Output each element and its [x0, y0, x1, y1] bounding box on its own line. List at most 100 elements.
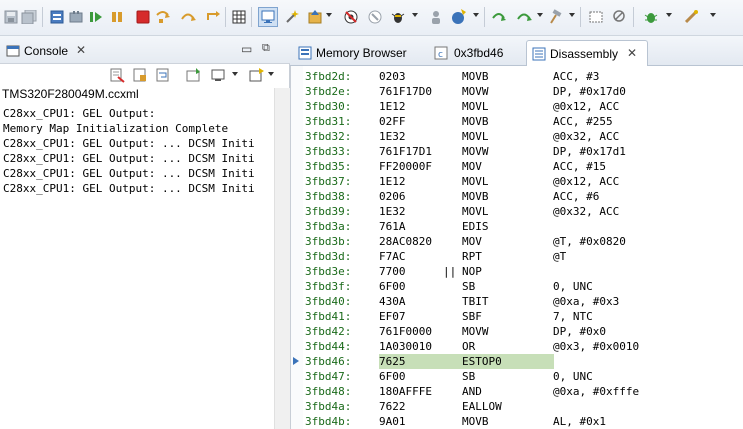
disassembly-opcode: 7622 — [379, 400, 406, 413]
disassembly-opcode: 0203 — [379, 70, 406, 83]
disassembly-address: 3fbd30: — [305, 100, 352, 113]
disassembly-opcode: 761F0000 — [379, 325, 432, 338]
disassembly-row[interactable]: 3fbd41: EF07 SBF 7, NTC — [303, 309, 743, 324]
disassembly-opcode: 7700 — [379, 265, 406, 278]
tab-console[interactable]: Console ✕ — [2, 39, 92, 63]
parallel-marker: || — [443, 265, 457, 278]
disassembly-mnemonic: EALLOW — [462, 400, 502, 413]
console-panel: Console ✕ ▭ ⧉ TMS320F280049M.ccxml C28xx… — [0, 36, 290, 429]
disassembly-operands: @0x12, ACC — [553, 100, 620, 113]
chevron-down-icon[interactable] — [326, 13, 332, 17]
tab-memory-browser[interactable]: Memory Browser — [294, 40, 422, 66]
disassembly-row[interactable]: 3fbd3d: F7AC RPT @T — [303, 249, 743, 264]
disassembly-address: 3fbd3b: — [305, 235, 352, 248]
step-into-icon[interactable] — [155, 9, 171, 25]
disassembly-row[interactable]: 3fbd35: FF20000F MOV ACC, #15 — [303, 159, 743, 174]
step-over-icon[interactable] — [180, 9, 196, 25]
open-console-icon[interactable] — [249, 68, 264, 86]
disassembly-address: 3fbd3f: — [305, 280, 352, 293]
disassembly-row[interactable]: 3fbd2d: 0203 MOVB ACC, #3 — [303, 69, 743, 84]
disassembly-row[interactable]: 3fbd4b: 9A01 MOVB AL, #0x1 — [303, 414, 743, 429]
disassembly-row[interactable]: 3fbd38: 0206 MOVB ACC, #6 — [303, 189, 743, 204]
disassembly-row[interactable]: 3fbd3f: 6F00 SB 0, UNC — [303, 279, 743, 294]
chevron-down-icon[interactable] — [569, 13, 575, 17]
chevron-down-icon[interactable] — [232, 72, 238, 76]
remove-breakpoints-icon[interactable] — [367, 9, 383, 25]
disassembly-row[interactable]: 3fbd3a: 761A EDIS — [303, 219, 743, 234]
disassembly-opcode: FF20000F — [379, 160, 432, 173]
disassembly-row[interactable]: 3fbd3b: 28AC0820 MOV @T, #0x0820 — [303, 234, 743, 249]
close-icon[interactable]: ✕ — [627, 46, 637, 60]
disassembly-operands: @T — [553, 250, 567, 263]
disassembly-address: 3fbd2e: — [305, 85, 352, 98]
tab-source-address[interactable]: c 0x3fbd46 — [430, 40, 522, 66]
resume-icon[interactable] — [88, 9, 104, 25]
disassembly-row[interactable]: 3fbd2e: 761F17D0 MOVW DP, #0x17d0 — [303, 84, 743, 99]
disassembly-row[interactable]: 3fbd48: 180AFFFE AND @0xa, #0xfffe — [303, 384, 743, 399]
bug-icon[interactable] — [643, 9, 659, 25]
display-console-icon[interactable] — [211, 68, 226, 86]
suspend-icon[interactable] — [109, 9, 125, 25]
disassembly-view[interactable]: 3fbd2d: 0203 MOVB ACC, #3 3fbd2e: 761F17D0 MOV… — [290, 66, 743, 429]
tools-icon[interactable] — [683, 9, 699, 25]
disassembly-row[interactable]: 3fbd39: 1E32 MOVL @0x32, ACC — [303, 204, 743, 219]
source-step-into-icon[interactable] — [491, 9, 507, 25]
disassembly-row[interactable]: 3fbd37: 1E12 MOVL @0x12, ACC — [303, 174, 743, 189]
save-icon[interactable] — [3, 9, 19, 25]
assembly-step-mode-icon[interactable] — [258, 7, 278, 27]
breakpoint-icon[interactable] — [343, 9, 359, 25]
console-scrollbar[interactable] — [274, 88, 290, 429]
disassembly-mnemonic: MOVL — [462, 175, 489, 188]
wand-icon[interactable] — [284, 9, 300, 25]
step-return-icon[interactable] — [205, 9, 221, 25]
run-icon[interactable] — [451, 9, 467, 25]
save-all-icon[interactable] — [21, 9, 37, 25]
chevron-down-icon[interactable] — [412, 13, 418, 17]
maximize-icon[interactable]: ⧉ — [262, 42, 270, 55]
disassembly-row[interactable]: 3fbd31: 02FF MOVB ACC, #255 — [303, 114, 743, 129]
build-icon[interactable] — [49, 9, 65, 25]
register-grid-icon[interactable] — [231, 9, 247, 25]
disassembly-row[interactable]: 3fbd33: 761F17D1 MOVW DP, #0x17d1 — [303, 144, 743, 159]
chevron-down-icon[interactable] — [710, 13, 716, 17]
disassembly-row[interactable]: 3fbd40: 430A TBIT @0xa, #0x3 — [303, 294, 743, 309]
disassembly-row[interactable]: 3fbd47: 6F00 SB 0, UNC — [303, 369, 743, 384]
disassembly-opcode: EF07 — [379, 310, 406, 323]
person-icon[interactable] — [428, 9, 444, 25]
disassembly-row[interactable]: 3fbd32: 1E32 MOVL @0x32, ACC — [303, 129, 743, 144]
chevron-down-icon[interactable] — [666, 13, 672, 17]
debug-bug-icon[interactable] — [390, 9, 406, 25]
chevron-down-icon[interactable] — [537, 13, 543, 17]
terminate-icon[interactable] — [135, 9, 151, 25]
word-wrap-icon[interactable] — [156, 68, 171, 86]
close-icon[interactable]: ✕ — [76, 43, 86, 57]
disassembly-row[interactable]: 3fbd3e: 7700 || NOP — [303, 264, 743, 279]
load-program-icon[interactable] — [307, 9, 323, 25]
chevron-down-icon[interactable] — [268, 72, 274, 76]
disassembly-row[interactable]: 3fbd46: 7625 ESTOP0 — [303, 354, 743, 369]
hammer-icon[interactable] — [547, 9, 563, 25]
chevron-down-icon[interactable] — [473, 13, 479, 17]
disassembly-row[interactable]: 3fbd30: 1E12 MOVL @0x12, ACC — [303, 99, 743, 114]
program-counter-arrow-icon — [293, 357, 299, 365]
disassembly-address: 3fbd35: — [305, 160, 352, 173]
minimize-icon[interactable]: ▭ — [241, 42, 252, 56]
toolbar-separator — [484, 7, 485, 27]
disassembly-opcode: 1E32 — [379, 130, 406, 143]
disassembly-opcode: 1E12 — [379, 175, 406, 188]
disassembly-operands: ACC, #255 — [553, 115, 613, 128]
toolbar-separator — [251, 7, 252, 27]
disassembly-mnemonic: EDIS — [462, 220, 489, 233]
scroll-lock-icon[interactable] — [133, 68, 148, 86]
terminal-icon[interactable] — [588, 9, 604, 25]
clear-console-icon[interactable] — [110, 68, 125, 86]
pin-console-icon[interactable] — [186, 68, 201, 86]
target-icon[interactable] — [68, 9, 84, 25]
source-step-over-icon[interactable] — [516, 9, 532, 25]
disassembly-row[interactable]: 3fbd42: 761F0000 MOVW DP, #0x0 — [303, 324, 743, 339]
disassembly-row[interactable]: 3fbd4a: 7622 EALLOW — [303, 399, 743, 414]
disassembly-row[interactable]: 3fbd44: 1A030010 OR @0x3, #0x0010 — [303, 339, 743, 354]
disassembly-mnemonic: RPT — [462, 250, 482, 263]
search-icon[interactable] — [612, 9, 628, 25]
tab-disassembly[interactable]: Disassembly ✕ — [526, 40, 648, 66]
